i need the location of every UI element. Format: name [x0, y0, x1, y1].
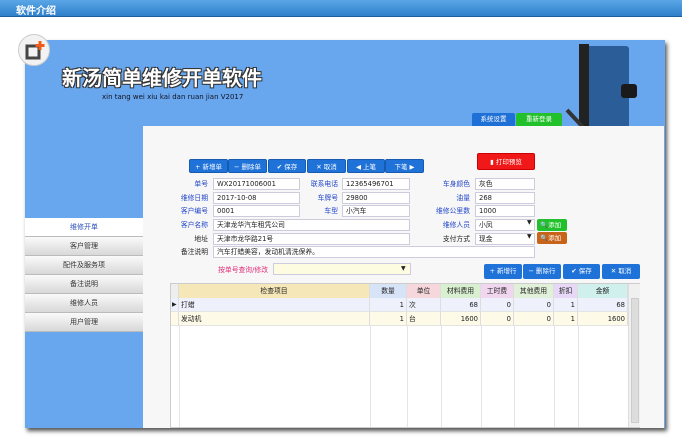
phone-field[interactable]: 12365496701: [342, 178, 410, 190]
mileage-field[interactable]: 1000: [475, 205, 535, 217]
customer-name-field[interactable]: 天津龙华汽车租凭公司: [213, 219, 410, 231]
car-type-label: 车型: [324, 207, 338, 215]
car-color-label: 车身颜色: [442, 180, 470, 188]
column-header[interactable]: 材料费用: [441, 284, 481, 298]
add-label: 添加: [548, 234, 562, 242]
search-icon: 🔍: [540, 221, 549, 229]
print-preview-label: 打印预览: [495, 158, 522, 166]
order-no-field[interactable]: WX20171006001: [213, 178, 300, 190]
sidebar-item-repairers[interactable]: 维修人员: [25, 294, 143, 313]
cancel-button[interactable]: ✕ 取消: [307, 159, 346, 173]
column-header[interactable]: 工时费: [481, 284, 514, 298]
print-preview-button[interactable]: ▮ 打印预览: [477, 153, 535, 170]
cell-unit[interactable]: 次: [407, 298, 441, 312]
save-rows-button[interactable]: ✔ 保存: [563, 264, 600, 279]
next-button[interactable]: 下笔 ▶: [385, 159, 424, 173]
cell-other[interactable]: 0: [514, 298, 554, 312]
app-subtitle: xin tang wei xiu kai dan ruan jian V2017: [102, 93, 244, 101]
payment-label: 支付方式: [442, 235, 470, 243]
vertical-scrollbar[interactable]: [628, 284, 640, 427]
cell-labor[interactable]: 0: [481, 312, 514, 326]
sidebar-item-repair-order[interactable]: 维修开单: [25, 218, 143, 237]
row-header: [171, 312, 179, 326]
cell-discount[interactable]: 1: [554, 298, 578, 312]
repair-date-label: 维修日期: [180, 194, 208, 202]
column-header[interactable]: 数量: [370, 284, 407, 298]
query-select[interactable]: [273, 263, 411, 275]
payment-select[interactable]: 现金: [475, 233, 535, 245]
fuel-label: 油量: [456, 194, 470, 202]
cell-amount[interactable]: 68: [578, 298, 628, 312]
row-header-corner: [171, 284, 179, 298]
cell-unit[interactable]: 台: [407, 312, 441, 326]
repairer-label: 维修人员: [442, 221, 470, 229]
column-header[interactable]: 折扣: [554, 284, 578, 298]
new-order-button[interactable]: + 新增单: [189, 159, 228, 173]
car-type-field[interactable]: 小汽车: [342, 205, 410, 217]
scrollbar-thumb[interactable]: [631, 298, 639, 423]
window-title: 软件介绍: [16, 6, 56, 17]
query-label: 按单号查询/修改: [218, 266, 268, 274]
current-row-icon: ▶: [171, 298, 179, 312]
search-icon: 🔍: [540, 234, 549, 242]
sidebar-item-customers[interactable]: 客户管理: [25, 237, 143, 256]
add-window-icon[interactable]: [18, 34, 50, 66]
phone-label: 联系电话: [310, 180, 338, 188]
delete-row-button[interactable]: − 删除行: [523, 264, 561, 279]
add-label: 添加: [548, 221, 562, 229]
chevron-down-icon: ▼: [527, 233, 532, 240]
delete-order-button[interactable]: − 删除单: [228, 159, 267, 173]
add-row-button[interactable]: + 新增行: [484, 264, 522, 279]
add-payment-button[interactable]: 🔍添加: [537, 232, 567, 244]
cell-qty[interactable]: 1: [370, 298, 407, 312]
plate-label: 车牌号: [317, 194, 338, 202]
prev-button[interactable]: ◀ 上笔: [347, 159, 385, 173]
cell-material[interactable]: 68: [441, 298, 481, 312]
cell-discount[interactable]: 1: [554, 312, 578, 326]
chevron-down-icon: ▼: [527, 219, 532, 226]
sidebar-item-remarks[interactable]: 备注说明: [25, 275, 143, 294]
cell-qty[interactable]: 1: [370, 312, 407, 326]
relogin-button[interactable]: 重新登录: [516, 113, 562, 126]
window-titlebar: 软件介绍: [0, 0, 682, 17]
address-field[interactable]: 天津市龙华路21号: [213, 233, 410, 245]
fuel-field[interactable]: 268: [475, 192, 535, 204]
cell-amount[interactable]: 1600: [578, 312, 628, 326]
column-header[interactable]: 单位: [407, 284, 441, 298]
cell-other[interactable]: 0: [514, 312, 554, 326]
address-label: 地址: [194, 235, 208, 243]
cell-labor[interactable]: 0: [481, 298, 514, 312]
add-repairer-button[interactable]: 🔍添加: [537, 219, 567, 231]
repair-date-field[interactable]: 2017-10-08: [213, 192, 300, 204]
cell-material[interactable]: 1600: [441, 312, 481, 326]
cell-item[interactable]: 发动机: [179, 312, 370, 326]
table-row[interactable]: ▶ 打蜡 1 次 68 0 0 1 68: [171, 298, 628, 312]
sidebar-item-parts-services[interactable]: 配件及服务项: [25, 256, 143, 275]
customer-name-label: 客户名称: [180, 221, 208, 229]
mileage-label: 维修公里数: [436, 207, 470, 215]
save-button[interactable]: ✔ 保存: [268, 159, 306, 173]
customer-no-label: 客户编号: [180, 207, 208, 215]
app-title: 新汤简单维修开单软件: [62, 66, 262, 90]
remark-field[interactable]: 汽车打蜡美容，发动机清洗保养。: [213, 246, 535, 258]
column-header[interactable]: 金额: [578, 284, 628, 298]
sidebar-item-users[interactable]: 用户管理: [25, 313, 143, 332]
customer-no-field[interactable]: 0001: [213, 205, 300, 217]
plate-field[interactable]: 29800: [342, 192, 410, 204]
table-row[interactable]: 发动机 1 台 1600 0 0 1 1600: [171, 312, 628, 326]
remark-label: 备注说明: [180, 248, 208, 256]
system-settings-button[interactable]: 系统设置: [472, 113, 515, 126]
repairer-select[interactable]: 小凤: [475, 219, 535, 231]
column-header[interactable]: 检查项目: [179, 284, 370, 298]
chevron-down-icon: ▼: [401, 265, 406, 272]
column-header[interactable]: 其他费用: [514, 284, 554, 298]
items-grid: 检查项目 数量 单位 材料费用 工时费 其他费用 折扣 金额 ▶ 打蜡 1 次 …: [170, 283, 640, 428]
car-color-field[interactable]: 灰色: [475, 178, 535, 190]
cell-item[interactable]: 打蜡: [179, 298, 370, 312]
cancel-rows-button[interactable]: ✕ 取消: [602, 264, 640, 279]
order-no-label: 单号: [194, 180, 208, 188]
